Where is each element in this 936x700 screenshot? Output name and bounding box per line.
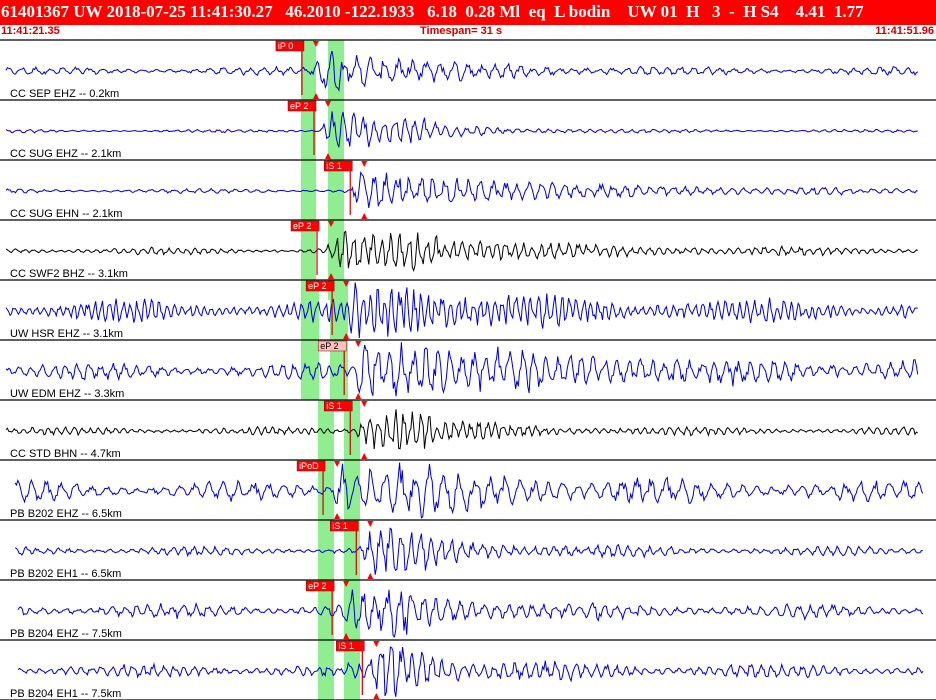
pick-label: iPoD [299, 461, 319, 471]
pick-triangle-marker [367, 521, 374, 527]
waveform-line [5, 282, 918, 339]
channel-label: PB B202 EHZ -- 6.5km [10, 508, 122, 520]
channel-trace[interactable]: eP 2 CC SWF2 BHZ -- 3.1km [0, 220, 936, 281]
pick-label: iS 1 [326, 401, 342, 411]
channel-trace[interactable]: iS 1 CC SUG EHN -- 2.1km [0, 160, 936, 221]
channel-trace[interactable]: eP 2 PB B204 EHZ -- 7.5km [0, 580, 936, 641]
channel-trace[interactable]: iS 1 CC STD BHN -- 4.7km [0, 400, 936, 461]
seismogram-panel[interactable]: iP 0 CC SEP EHZ -- 0.2km eP 2 CC SUG EHZ --… [0, 0, 936, 700]
pick-triangle-marker [361, 401, 368, 407]
channel-label: PB B204 EHZ -- 7.5km [10, 628, 122, 640]
waveform-line [5, 111, 918, 148]
p-window-highlight [318, 400, 334, 700]
channel-trace[interactable]: eP 2 UW HSR EHZ -- 3.1km [0, 280, 936, 341]
channel-label: CC SUG EHN -- 2.1km [10, 208, 122, 220]
pick-label: eP 2 [308, 281, 326, 291]
channel-label: CC STD BHN -- 4.7km [10, 448, 121, 460]
pick-label: eP 2 [308, 581, 326, 591]
pick-triangle-marker [355, 393, 362, 399]
channel-label: PB B202 EH1 -- 6.5km [10, 568, 121, 580]
waveform-line [5, 170, 918, 208]
channel-label: UW HSR EHZ -- 3.1km [10, 328, 123, 340]
waveform-line [14, 462, 924, 519]
pick-triangle-marker [334, 513, 341, 519]
channel-trace[interactable]: eP 2 UW EDM EHZ -- 3.3km [0, 340, 936, 401]
waveform-line [5, 342, 919, 397]
waveform-line [17, 589, 924, 638]
pick-label: eP 2 [320, 341, 338, 351]
waveform-line [5, 50, 918, 93]
pick-triangle-marker [355, 341, 362, 347]
waveform-line [5, 230, 918, 273]
pick-label: iS 1 [338, 641, 354, 651]
waveform-line [17, 646, 924, 697]
channel-trace[interactable]: iS 1 PB B202 EH1 -- 6.5km [0, 520, 936, 581]
channel-label: CC SUG EHZ -- 2.1km [10, 148, 121, 160]
pick-triangle-marker [361, 213, 368, 219]
channel-trace[interactable]: iP 0 CC SEP EHZ -- 0.2km [0, 40, 936, 101]
p-window-highlight [301, 40, 316, 300]
pick-label: iS 1 [326, 161, 342, 171]
pick-triangle-marker [373, 693, 380, 699]
waveform-line [14, 527, 923, 575]
channel-label: CC SEP EHZ -- 0.2km [10, 88, 119, 100]
channel-label: PB B204 EH1 -- 7.5km [10, 688, 121, 700]
channel-trace[interactable]: iS 1 PB B204 EH1 -- 7.5km [0, 640, 936, 700]
pick-triangle-marker [367, 573, 374, 579]
pick-label: eP 2 [290, 101, 308, 111]
channel-label: UW EDM EHZ -- 3.3km [10, 388, 124, 400]
channel-label: CC SWF2 BHZ -- 3.1km [10, 268, 128, 280]
pick-triangle-marker [361, 161, 368, 167]
pick-triangle-marker [361, 453, 368, 459]
waveform-line [5, 409, 918, 450]
channel-trace[interactable]: iPoD PB B202 EHZ -- 6.5km [0, 460, 936, 521]
pick-triangle-marker [373, 641, 380, 647]
pick-label: eP 2 [293, 221, 311, 231]
pick-label: iS 1 [332, 521, 348, 531]
pick-triangle-marker [334, 461, 341, 467]
channel-trace[interactable]: eP 2 CC SUG EHZ -- 2.1km [0, 100, 936, 161]
pick-label: iP 0 [278, 41, 293, 51]
